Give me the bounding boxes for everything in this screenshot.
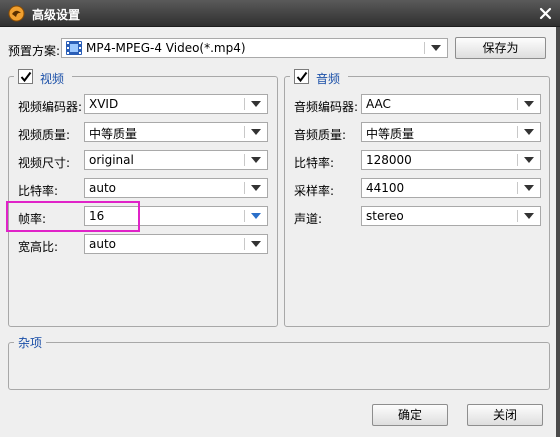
chevron-down-icon [251,157,261,163]
chevron-down-icon [524,185,534,191]
audio-field-label: 采样率: [294,184,335,198]
title-bar: 高级设置 [0,0,560,27]
channels-value: stereo [366,209,404,223]
dropdown-arrow[interactable] [245,179,267,197]
audio-quality-dropdown[interactable]: 中等质量 [361,122,541,142]
audio-enable-checkbox[interactable] [294,69,309,84]
audio-field-label: 声道: [294,212,323,226]
window-edge [556,27,560,437]
dropdown-arrow[interactable] [518,123,540,141]
close-icon[interactable] [538,6,553,21]
dropdown-arrow[interactable] [245,95,267,113]
checkmark-icon [296,71,308,83]
chevron-down-icon [524,129,534,135]
video-field-label: 比特率: [18,184,59,198]
dropdown-arrow[interactable] [518,95,540,113]
video-quality-value: 中等质量 [89,127,138,141]
chevron-down-icon [251,241,261,247]
video-bitrate-value: auto [89,181,117,195]
audio-group-header: 音频 [290,68,348,86]
preset-value: MP4-MPEG-4 Video(*.mp4) [86,41,246,55]
video-codec-value: XVID [89,97,119,111]
audio-field-label: 比特率: [294,156,335,170]
chevron-down-icon [251,213,261,219]
preset-dropdown[interactable]: MP4-MPEG-4 Video(*.mp4) [61,38,448,58]
preset-label: 预置方案: [8,44,61,58]
audio-group-title: 音频 [316,72,341,86]
audio-bitrate-dropdown[interactable]: 128000 [361,150,541,170]
chevron-down-icon [251,185,261,191]
dropdown-arrow[interactable] [245,207,267,225]
audio-codec-value: AAC [366,97,391,111]
frame-rate-highlight [6,201,140,232]
save-as-button[interactable]: 保存为 [455,37,546,59]
audio-field-label: 音频质量: [294,128,347,142]
chevron-down-icon [251,129,261,135]
close-button[interactable]: 关闭 [467,404,543,426]
dropdown-arrow[interactable] [245,151,267,169]
video-bitrate-dropdown[interactable]: auto [84,178,268,198]
settings-dialog: 预置方案: MP4-MPEG-4 Video(*.mp4) 保存为 视频 视频编… [0,27,560,437]
ok-button[interactable]: 确定 [372,404,448,426]
misc-group-title: 杂项 [14,334,47,351]
video-group-title: 视频 [40,72,65,86]
dropdown-arrow[interactable] [518,179,540,197]
video-codec-dropdown[interactable]: XVID [84,94,268,114]
aspect-ratio-value: auto [89,237,117,251]
video-field-label: 视频质量: [18,128,71,142]
channels-dropdown[interactable]: stereo [361,206,541,226]
app-logo-icon [8,5,25,22]
video-field-label: 视频编码器: [18,100,83,114]
film-strip-icon [66,41,82,55]
misc-group [8,342,550,390]
video-size-dropdown[interactable]: original [84,150,268,170]
sample-rate-dropdown[interactable]: 44100 [361,178,541,198]
video-size-value: original [89,153,134,167]
chevron-down-icon [524,101,534,107]
window-title: 高级设置 [32,8,81,22]
preset-dropdown-arrow[interactable] [425,39,447,57]
chevron-down-icon [431,45,441,51]
audio-field-label: 音频编码器: [294,100,359,114]
video-field-label: 视频尺寸: [18,156,71,170]
video-field-label: 宽高比: [18,240,59,254]
aspect-ratio-dropdown[interactable]: auto [84,234,268,254]
dropdown-arrow[interactable] [518,151,540,169]
audio-bitrate-value: 128000 [366,153,412,167]
checkmark-icon [20,71,32,83]
video-group-header: 视频 [14,68,72,86]
sample-rate-value: 44100 [366,181,405,195]
video-quality-dropdown[interactable]: 中等质量 [84,122,268,142]
audio-quality-value: 中等质量 [366,127,415,141]
chevron-down-icon [251,101,261,107]
audio-codec-dropdown[interactable]: AAC [361,94,541,114]
dropdown-arrow[interactable] [518,207,540,225]
chevron-down-icon [524,213,534,219]
chevron-down-icon [524,157,534,163]
dropdown-arrow[interactable] [245,235,267,253]
video-enable-checkbox[interactable] [18,69,33,84]
dropdown-arrow[interactable] [245,123,267,141]
